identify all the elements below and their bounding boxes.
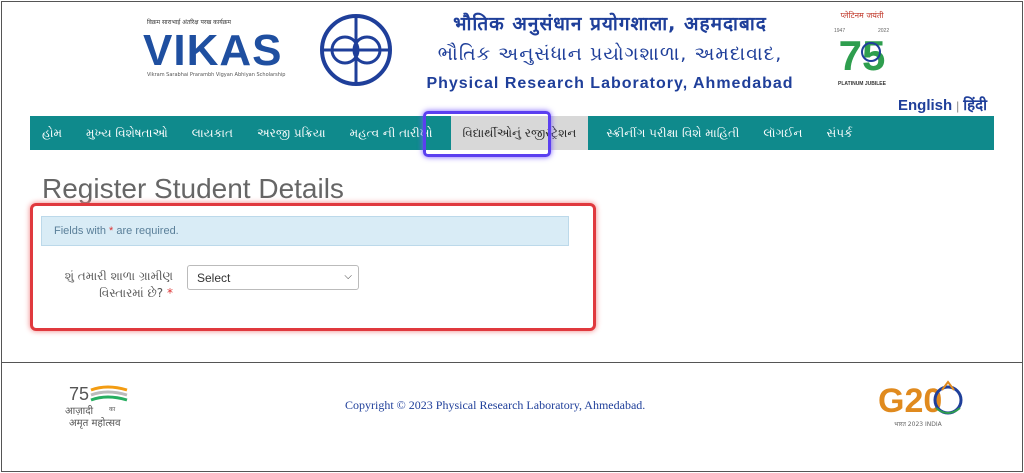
required-fields-notice: Fields with * are required. <box>41 216 569 246</box>
platinum-jubilee-logo: प्लेटिनम जयंती 1947 2022 75 PLATINUM JUB… <box>834 10 889 87</box>
azadi-line1: आज़ादी <box>65 405 94 417</box>
nav-item-features[interactable]: મુખ્ય વિશેષતાઓ <box>74 116 180 150</box>
title-gujarati: ભૌતિક અનુસંધાન પ્રયોગશાળા, અમદાવાદ, <box>437 43 783 65</box>
nav-item-student-registration[interactable]: વિદ્યાર્થીઓનું રજીસ્ટ્રેશન <box>450 116 589 150</box>
g20-logo: G20 भारत 2023 INDIA <box>878 380 963 428</box>
footer-divider <box>2 362 1022 363</box>
azadi-ka: का <box>109 406 116 413</box>
vikas-subtitle: Vikram Sarabhai Prarambh Vigyan Abhiyan … <box>147 72 286 78</box>
required-star: * <box>167 286 173 300</box>
main-nav: હોમ મુખ્ય વિશેષતાઓ લાયકાત અરજી પ્રક્રિયા… <box>30 116 994 150</box>
nav-item-screening-exam-info[interactable]: સ્ક્રીનીંગ પરીક્ષા વિશે માહિતી <box>594 116 751 150</box>
azadi-ka-amrit-mahotsav-logo: 75 आज़ादी का अमृत महोत्सव <box>65 384 128 429</box>
lang-separator: | <box>956 99 960 113</box>
language-switcher: English | हिंदी <box>898 95 987 115</box>
g20-caption: भारत 2023 INDIA <box>894 421 942 428</box>
title-english: Physical Research Laboratory, Ahmedabad <box>426 75 794 92</box>
institute-title: भौतिक अनुसंधान प्रयोगशाला, अहमदाबाद ભૌતિ… <box>420 10 800 93</box>
vikas-logo[interactable]: विक्रम साराभाई अंतरिक्ष परख कार्यक्रम VI… <box>143 12 298 80</box>
vikas-logo-text: VIKAS <box>143 26 283 75</box>
notice-suffix: are required. <box>113 225 179 237</box>
title-hindi: भौतिक अनुसंधान प्रयोगशाला, अहमदाबाद <box>453 13 767 35</box>
lang-english-link[interactable]: English <box>898 97 952 114</box>
azadi-line2: अमृत महोत्सव <box>69 417 121 429</box>
rural-school-label: શું તમારી શાળા ગ્રામીણ વિસ્તારમાં છે? * <box>55 268 173 302</box>
site-header: विक्रम साराभाई अंतरिक्ष परख कार्यक्रम VI… <box>0 0 1024 116</box>
copyright-text: Copyright © 2023 Physical Research Labor… <box>345 398 646 412</box>
nav-item-login[interactable]: લૉગઈન <box>751 116 814 150</box>
jubilee-bottom-text: PLATINUM JUBILEE <box>838 81 887 87</box>
lang-hindi-link[interactable]: हिंदी <box>963 97 987 114</box>
chevron-down-icon: ⌵ <box>344 271 352 282</box>
nav-item-important-dates[interactable]: મહત્વ ની તારીખો <box>338 116 445 150</box>
rural-school-label-text: શું તમારી શાળા ગ્રામીણ વિસ્તારમાં છે? <box>64 269 173 300</box>
azadi-number: 75 <box>69 384 89 404</box>
page-title: Register Student Details <box>42 173 344 204</box>
vikas-tagline: विक्रम साराभाई अंतरिक्ष परख कार्यक्रम <box>147 19 231 26</box>
rural-school-select[interactable]: Select ⌵ <box>187 265 359 290</box>
nav-item-eligibility[interactable]: લાયકાત <box>180 116 245 150</box>
g20-text: G20 <box>878 382 942 420</box>
prl-emblem-icon <box>320 14 392 86</box>
nav-item-contact[interactable]: સંપર્ક <box>814 116 864 150</box>
select-value: Select <box>197 271 231 285</box>
jubilee-top-text: प्लेटिनम जयंती <box>840 10 884 20</box>
nav-item-application-process[interactable]: અરજી પ્રક્રિયા <box>245 116 338 150</box>
notice-prefix: Fields with <box>54 225 110 237</box>
nav-item-home[interactable]: હોમ <box>30 116 74 150</box>
